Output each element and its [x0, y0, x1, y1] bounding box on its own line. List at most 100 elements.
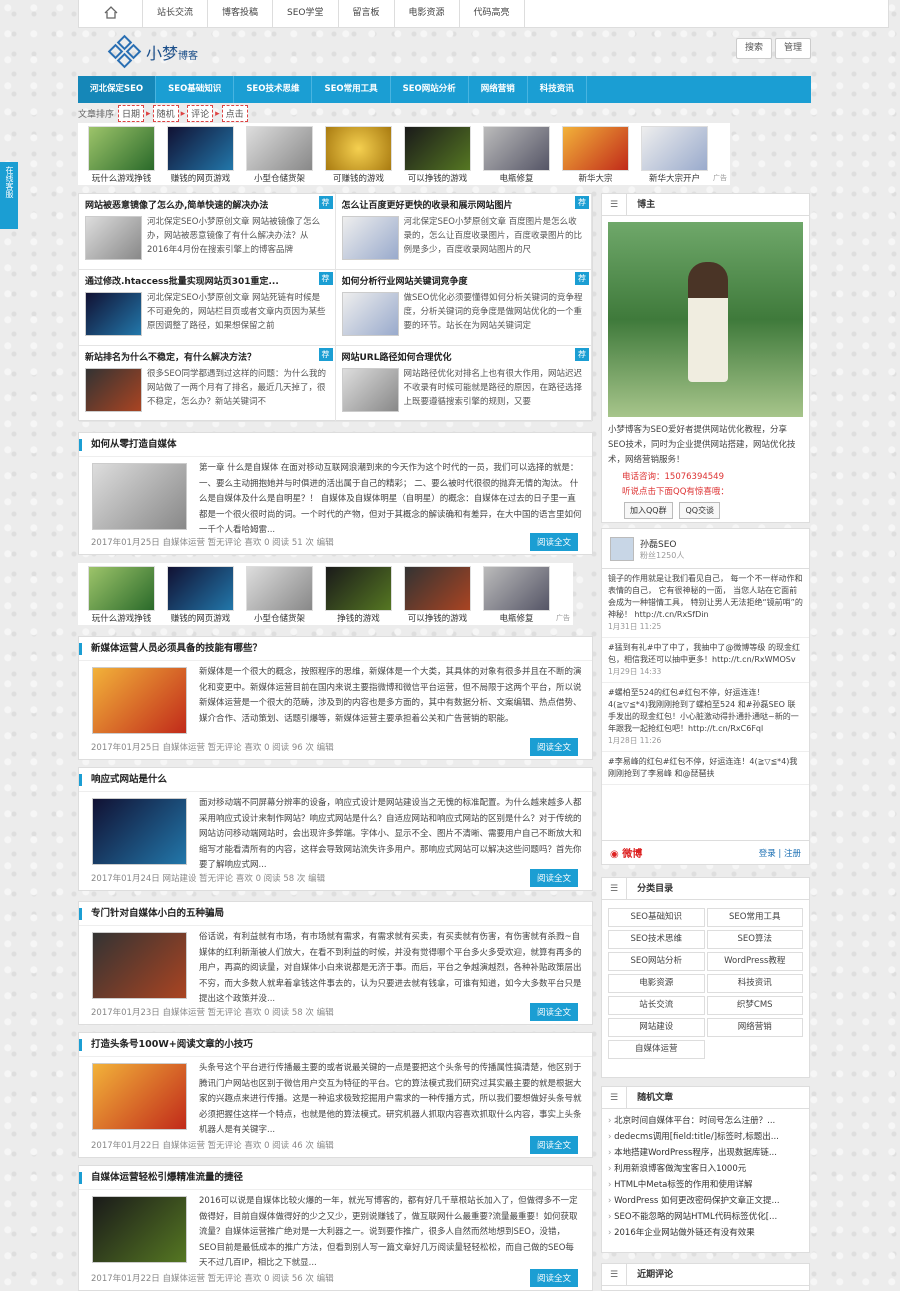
sort-comments[interactable]: 评论 — [187, 105, 214, 122]
category-link[interactable]: 网站建设 — [608, 1018, 705, 1037]
read-more-button[interactable]: 阅读全文 — [529, 533, 578, 551]
post-title[interactable]: 自媒体运营轻松引爆精准流量的捷径 — [79, 1166, 592, 1190]
recommend-badge: 荐 — [575, 348, 589, 361]
featured-item[interactable]: 如何分析行业网站关键词竞争度荐做SEO优化必须要懂得如何分析关键词的竞争程度，分… — [335, 270, 592, 346]
category-link[interactable]: 站长交流 — [608, 996, 705, 1015]
featured-item[interactable]: 怎么让百度更好更快的收录和展示网站图片荐河北保定SEO小梦原创文章 百度图片是怎… — [335, 194, 592, 270]
blogger-widget: ☰ 博主 小梦博客为SEO爱好者提供网站优化教程，分享SEO技术，同时为企业提供网… — [601, 193, 810, 523]
site-logo[interactable]: 小梦博客 — [107, 34, 198, 69]
menu-icon: ☰ — [610, 1263, 628, 1286]
mainnav-item[interactable]: SEO常用工具 — [312, 76, 391, 103]
weibo-post: #猛到有礼#中了中了，我抽中了@微博等级 的现金红包，相信我还可以抽中更多！ht… — [602, 638, 809, 683]
topnav-item[interactable]: 代码高亮 — [460, 0, 525, 27]
mainnav-item[interactable]: 科技资讯 — [528, 76, 587, 103]
read-more-button[interactable]: 阅读全文 — [529, 1136, 578, 1154]
post-thumbnail[interactable] — [92, 1063, 187, 1130]
mainnav-item[interactable]: SEO网站分析 — [391, 76, 469, 103]
category-link[interactable]: SEO技术思维 — [608, 930, 705, 949]
ad-thumb[interactable]: 电瓶修复 — [483, 126, 550, 184]
topnav-item[interactable]: 博客投稿 — [208, 0, 274, 27]
mainnav-item[interactable]: SEO技术思维 — [234, 76, 313, 103]
category-link[interactable]: SEO算法 — [706, 930, 803, 949]
post-excerpt: 新媒体是一个很大的概念，按照程序的思维，新媒体是一个大类，其具体的对象有很多并且… — [199, 667, 582, 724]
read-more-button[interactable]: 阅读全文 — [529, 1003, 578, 1021]
category-link[interactable]: SEO基础知识 — [608, 908, 705, 927]
weibo-avatar[interactable] — [610, 536, 634, 561]
ad-thumb[interactable]: 玩什么游戏挣钱 — [88, 126, 155, 184]
menu-icon: ☰ — [610, 1086, 628, 1109]
post-title[interactable]: 新媒体运营人员必须具备的技能有哪些？ — [79, 637, 592, 661]
sort-random[interactable]: 随机 — [152, 105, 179, 122]
ad-thumbs-mid: 玩什么游戏挣钱 赚钱的网页游戏 小型仓储货架 挣钱的游戏 可以挣钱的游戏 电瓶修… — [78, 563, 573, 625]
post-title[interactable]: 如何从零打造自媒体 — [79, 433, 592, 457]
admin-button[interactable]: 管理 — [775, 38, 812, 59]
post-title[interactable]: 专门针对自媒体小白的五种骗局 — [79, 902, 592, 926]
qq-chat-button[interactable]: QQ交谈 — [679, 502, 721, 519]
random-post-link[interactable]: 北京时间自媒体平台：时间号怎么注册？... — [608, 1113, 803, 1129]
ad-thumb[interactable]: 新华大宗开户 — [641, 126, 708, 184]
category-link[interactable]: WordPress教程 — [706, 952, 803, 971]
ad-thumb[interactable]: 可以挣钱的游戏 — [404, 566, 471, 624]
ad-thumb[interactable]: 小型仓储货架 — [246, 566, 313, 624]
category-link[interactable]: 自媒体运营 — [608, 1040, 705, 1059]
random-post-link[interactable]: dedecms调用[field:title/]标签时,标题出... — [608, 1129, 803, 1145]
post-meta: 2017年01月25日 自媒体运营 暂无评论 喜欢 0 阅读 96 次 编辑 — [91, 743, 334, 753]
home-icon[interactable] — [79, 0, 143, 27]
random-post-link[interactable]: 本地搭建WordPress程序，出现数据库链... — [608, 1145, 803, 1161]
random-post-link[interactable]: SEO不能忽略的网站HTML代码标签优化[... — [608, 1209, 803, 1225]
search-button[interactable]: 搜索 — [736, 38, 773, 59]
read-more-button[interactable]: 阅读全文 — [529, 869, 578, 887]
online-service-button[interactable]: 在线客服 — [0, 162, 18, 229]
ad-label: 广告 — [713, 174, 727, 182]
mainnav-item[interactable]: SEO基础知识 — [156, 76, 235, 103]
sort-clicks[interactable]: 点击 — [221, 105, 248, 122]
widget-header: ☰ 博主 — [602, 193, 809, 216]
post-thumbnail[interactable] — [92, 1196, 187, 1263]
category-link[interactable]: 织梦CMS — [706, 996, 803, 1015]
read-more-button[interactable]: 阅读全文 — [529, 738, 578, 756]
widget-header: ☰ 近期评论 — [602, 1263, 809, 1286]
blogger-photo — [608, 222, 803, 417]
post-thumbnail[interactable] — [92, 667, 187, 734]
ad-thumb[interactable]: 电瓶修复 — [483, 566, 550, 624]
featured-item[interactable]: 网站URL路径如何合理优化荐网站路径优化对排名上也有很大作用，网站迟迟不收录有时… — [335, 346, 592, 422]
category-link[interactable]: 科技资讯 — [706, 974, 803, 993]
post-title[interactable]: 打造头条号100W+阅读文章的小技巧 — [79, 1033, 592, 1057]
category-link[interactable]: SEO网站分析 — [608, 952, 705, 971]
sort-date[interactable]: 日期 — [118, 105, 145, 122]
post-thumbnail[interactable] — [92, 463, 187, 530]
topnav-item[interactable]: 站长交流 — [143, 0, 209, 27]
random-post-link[interactable]: HTML中Meta标签的作用和使用详解 — [608, 1177, 803, 1193]
ad-thumb[interactable]: 小型仓储货架 — [246, 126, 313, 184]
ad-thumb[interactable]: 挣钱的游戏 — [325, 566, 392, 624]
featured-item[interactable]: 通过修改.htaccess批量实现网站页301重定... 荐河北保定SEO小梦原创… — [79, 270, 336, 346]
category-link[interactable]: 网络营销 — [706, 1018, 803, 1037]
blogger-phone: 电话咨询：15076394549 — [622, 472, 724, 482]
topnav-item[interactable]: 电影资源 — [395, 0, 460, 27]
post-title[interactable]: 响应式网站是什么 — [79, 768, 592, 792]
featured-item[interactable]: 新站排名为什么不稳定，有什么解决方法？荐很多SEO同学都遇到过这样的问题：为什么… — [79, 346, 336, 422]
topnav-item[interactable]: SEO学堂 — [273, 0, 339, 27]
mainnav-item[interactable]: 河北保定SEO — [78, 76, 157, 103]
post-thumbnail[interactable] — [92, 932, 187, 999]
featured-item[interactable]: 网站被恶意镜像了怎么办,简单快速的解决办法荐河北保定SEO小梦原创文章 网站被镜… — [79, 194, 336, 270]
ad-thumb[interactable]: 新华大宗 — [562, 126, 629, 184]
random-post-link[interactable]: 2016年企业网站做外链还有没有效果 — [608, 1225, 803, 1241]
ad-thumb[interactable]: 玩什么游戏挣钱 — [88, 566, 155, 624]
mainnav-item[interactable]: 网络营销 — [469, 76, 528, 103]
topnav-item[interactable]: 留言板 — [339, 0, 395, 27]
ad-thumb[interactable]: 可以挣钱的游戏 — [404, 126, 471, 184]
random-post-link[interactable]: 利用新浪博客做淘宝客日入1000元 — [608, 1161, 803, 1177]
random-post-link[interactable]: WordPress 如何更改密码保护文章正文提... — [608, 1193, 803, 1209]
ad-thumb[interactable]: 赚钱的网页游戏 — [167, 566, 234, 624]
qq-group-button[interactable]: 加入QQ群 — [624, 502, 673, 519]
weibo-register[interactable]: 注册 — [784, 849, 801, 859]
read-more-button[interactable]: 阅读全文 — [529, 1269, 578, 1287]
ad-thumb[interactable]: 可赚钱的游戏 — [325, 126, 392, 184]
category-link[interactable]: 电影资源 — [608, 974, 705, 993]
weibo-name[interactable]: 孙磊SEO — [640, 537, 684, 550]
category-link[interactable]: SEO常用工具 — [706, 908, 803, 927]
weibo-login[interactable]: 登录 — [759, 849, 776, 859]
post-thumbnail[interactable] — [92, 798, 187, 865]
ad-thumb[interactable]: 赚钱的网页游戏 — [167, 126, 234, 184]
